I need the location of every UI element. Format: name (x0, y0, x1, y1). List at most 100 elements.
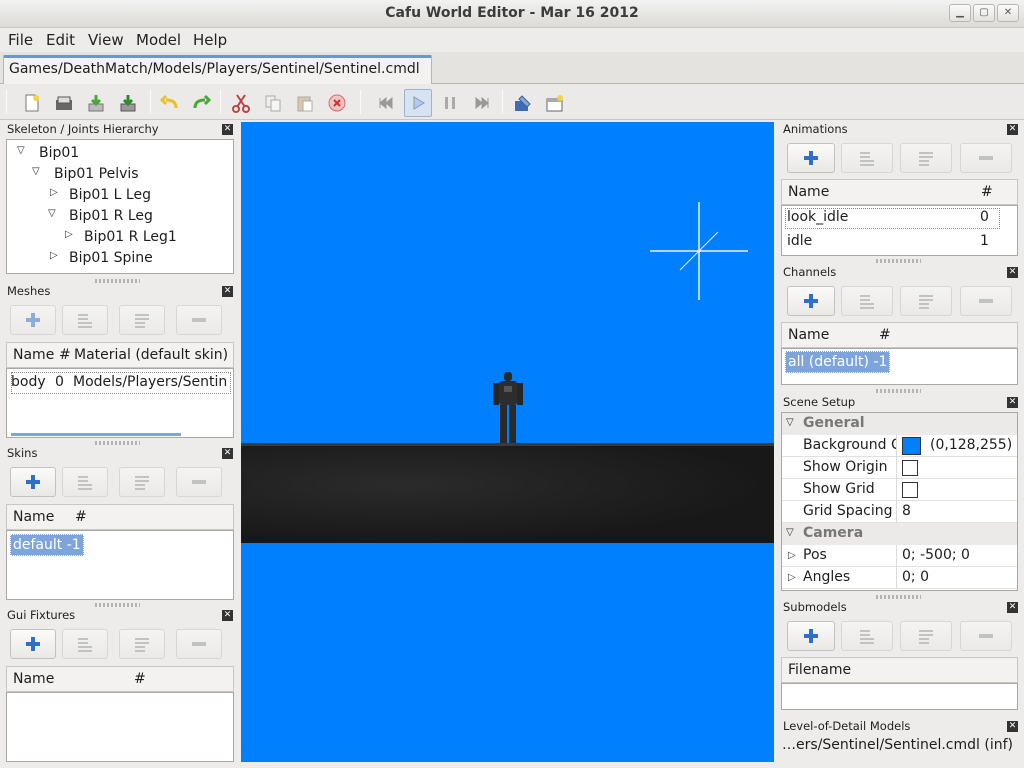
close-icon[interactable]: ✕ (222, 610, 233, 621)
col-filename[interactable]: Filename (788, 662, 851, 678)
new-file-icon[interactable] (18, 89, 46, 117)
undo-icon[interactable] (156, 89, 184, 117)
maximize-button[interactable]: ▢ (973, 4, 995, 22)
col-material[interactable]: Material (default skin) (74, 347, 228, 363)
save-icon[interactable] (82, 89, 110, 117)
tree-node[interactable]: Bip01 L Leg (69, 187, 151, 203)
remove-button[interactable] (960, 621, 1012, 651)
open-icon[interactable] (50, 89, 78, 117)
properties-icon[interactable] (509, 89, 537, 117)
col-name[interactable]: Name (788, 184, 829, 200)
document-tab[interactable]: Games/DeathMatch/Models/Players/Sentinel… (3, 55, 432, 85)
prop-grid-spacing[interactable]: Grid Spacing 8 (782, 501, 1017, 523)
remove-button[interactable] (176, 629, 222, 659)
close-icon[interactable]: ✕ (1007, 124, 1018, 135)
add-button[interactable] (787, 143, 835, 173)
close-icon[interactable]: ✕ (1007, 721, 1018, 732)
horizontal-scrollbar[interactable] (11, 433, 181, 436)
prop-background[interactable]: Background C (0,128,255) (782, 435, 1017, 457)
move-up-button[interactable] (62, 467, 108, 497)
move-down-button[interactable] (119, 305, 165, 335)
prop-pos[interactable]: ▷ Pos 0; -500; 0 (782, 545, 1017, 567)
category-general[interactable]: ▽ General (782, 413, 1017, 435)
col-name[interactable]: Name (13, 509, 54, 525)
expand-triangle-icon[interactable]: ▽ (786, 527, 794, 538)
pane-splitter[interactable] (95, 603, 140, 607)
move-up-button[interactable] (841, 286, 893, 316)
tree-node[interactable]: Bip01 Pelvis (54, 166, 139, 182)
close-icon[interactable]: ✕ (222, 124, 233, 135)
col-name[interactable]: Name (13, 347, 54, 363)
col-number[interactable]: # (981, 184, 993, 200)
close-icon[interactable]: ✕ (1007, 267, 1018, 278)
remove-button[interactable] (960, 286, 1012, 316)
remove-button[interactable] (176, 467, 222, 497)
tree-node[interactable]: Bip01 (39, 145, 79, 161)
col-name[interactable]: Name (13, 671, 54, 687)
category-camera[interactable]: ▽ Camera (782, 523, 1017, 545)
add-button[interactable] (10, 467, 56, 497)
close-icon[interactable]: ✕ (1007, 602, 1018, 613)
prop-value[interactable]: 0; 0 (902, 569, 929, 585)
prop-value[interactable]: 0; -500; 0 (902, 547, 970, 563)
remove-button[interactable] (176, 305, 222, 335)
collapse-triangle-icon[interactable]: ▷ (50, 250, 58, 261)
collapse-triangle-icon[interactable]: ▷ (65, 229, 73, 240)
redo-icon[interactable] (187, 89, 215, 117)
pane-splitter[interactable] (95, 279, 140, 283)
pane-splitter[interactable] (876, 595, 921, 599)
expand-triangle-icon[interactable]: ▽ (32, 166, 40, 177)
pane-splitter[interactable] (876, 389, 921, 393)
close-icon[interactable]: ✕ (222, 286, 233, 297)
show-grid-checkbox[interactable] (902, 482, 918, 498)
color-swatch[interactable] (902, 437, 921, 455)
collapse-triangle-icon[interactable]: ▷ (788, 550, 796, 561)
menu-file[interactable]: File (8, 31, 33, 49)
pane-splitter[interactable] (876, 259, 921, 263)
animation-name[interactable]: idle (787, 233, 812, 249)
expand-triangle-icon[interactable]: ▽ (48, 208, 56, 219)
expand-triangle-icon[interactable]: ▽ (17, 145, 25, 156)
new-window-icon[interactable] (541, 89, 569, 117)
tree-node[interactable]: Bip01 R Leg1 (84, 229, 177, 245)
menu-model[interactable]: Model (136, 31, 181, 49)
prop-value[interactable]: 8 (902, 503, 911, 519)
col-number[interactable]: # (134, 671, 146, 687)
add-button[interactable] (787, 286, 835, 316)
menu-help[interactable]: Help (193, 31, 227, 49)
expand-triangle-icon[interactable]: ▽ (786, 417, 794, 428)
prop-show-origin[interactable]: Show Origin (782, 457, 1017, 479)
tree-node[interactable]: Bip01 Spine (69, 250, 153, 266)
close-icon[interactable]: ✕ (1007, 397, 1018, 408)
last-frame-icon[interactable] (468, 89, 496, 117)
move-up-button[interactable] (62, 629, 108, 659)
remove-button[interactable] (960, 143, 1012, 173)
col-name[interactable]: Name (788, 327, 829, 343)
prop-show-grid[interactable]: Show Grid (782, 479, 1017, 501)
add-button[interactable] (787, 621, 835, 651)
move-down-button[interactable] (119, 629, 165, 659)
list-item[interactable]: default -1 (10, 534, 84, 556)
pane-splitter[interactable] (95, 441, 140, 445)
show-origin-checkbox[interactable] (902, 460, 918, 476)
move-up-button[interactable] (62, 305, 108, 335)
col-number[interactable]: # (879, 327, 891, 343)
cut-icon[interactable] (227, 89, 255, 117)
menu-view[interactable]: View (88, 31, 124, 49)
play-icon[interactable] (404, 89, 432, 117)
move-down-button[interactable] (900, 286, 952, 316)
move-down-button[interactable] (119, 467, 165, 497)
move-up-button[interactable] (841, 621, 893, 651)
pause-icon[interactable] (436, 89, 464, 117)
col-number[interactable]: # (75, 509, 87, 525)
tree-node[interactable]: Bip01 R Leg (69, 208, 153, 224)
paste-icon[interactable] (291, 89, 319, 117)
move-up-button[interactable] (841, 143, 893, 173)
copy-icon[interactable] (259, 89, 287, 117)
move-down-button[interactable] (900, 621, 952, 651)
add-button[interactable] (10, 629, 56, 659)
close-window-button[interactable]: ✕ (997, 4, 1019, 22)
delete-icon[interactable] (323, 89, 351, 117)
collapse-triangle-icon[interactable]: ▷ (50, 187, 58, 198)
minimize-button[interactable]: ▁ (949, 4, 971, 22)
